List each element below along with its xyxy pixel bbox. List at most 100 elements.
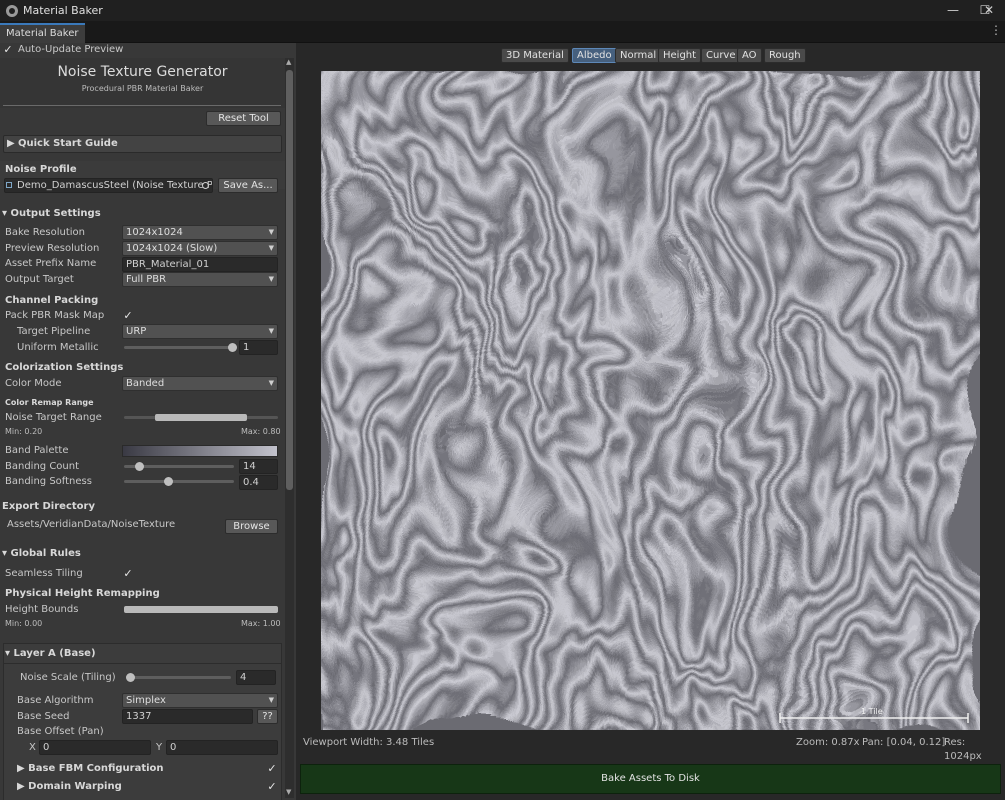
banding-softness-value[interactable]: 0.4 [239,475,278,490]
settings-scrollbar[interactable]: ▲ ▼ [285,58,294,798]
preview-resolution-dropdown[interactable]: 1024x1024 (Slow) ▼ [122,241,278,256]
chevron-down-icon: ▼ [268,244,274,252]
reset-tool-button[interactable]: Reset Tool [206,111,281,126]
colorization-heading: Colorization Settings [5,362,124,373]
band-palette-gradient[interactable] [122,445,278,457]
zoom-status: Zoom: 0.87x [796,737,860,748]
bake-resolution-label: Bake Resolution [5,227,86,238]
output-target-dropdown[interactable]: Full PBR ▼ [122,272,278,287]
random-seed-button[interactable]: ?? [257,709,278,724]
uniform-metallic-slider[interactable] [124,346,232,349]
quick-start-foldout[interactable]: ▶ Quick Start Guide [3,135,282,153]
base-seed-label: Base Seed [17,711,70,722]
minimize-button[interactable] [938,0,970,21]
output-target-label: Output Target [5,274,74,285]
offset-y-label: Y [156,742,163,753]
height-bounds-fill[interactable] [124,606,278,613]
unity-cube-icon [6,4,18,17]
foldout-arrow-icon: ▶ [17,781,29,792]
resolution-status: Res: 1024px [944,737,982,762]
texture-preview[interactable]: 1 Tile [321,71,980,730]
settings-panel: ✓ Auto-Update Preview Noise Texture Gene… [0,43,296,800]
window-title: Material Baker [23,4,103,17]
base-seed-input[interactable]: 1337 [122,709,253,724]
tab-albedo[interactable]: Albedo [572,48,617,63]
page-title: Noise Texture Generator [57,64,228,80]
chevron-down-icon: ▼ [268,327,274,335]
color-mode-label: Color Mode [5,378,62,389]
range-min-label: Min: 0.20 [5,427,43,436]
viewport-width-status: Viewport Width: 3.48 Tiles [303,737,435,748]
color-mode-dropdown[interactable]: Banded ▼ [122,376,278,391]
noise-profile-field[interactable]: Demo_DamascusSteel (Noise Texture Pro [4,178,213,193]
title-bar: Material Baker — ☐ ✕ [0,0,1005,21]
foldout-arrow-icon: ▶ [7,138,15,149]
uniform-metallic-value[interactable]: 1 [239,340,278,355]
target-pipeline-dropdown[interactable]: URP ▼ [122,324,278,339]
tab-ao[interactable]: AO [737,48,762,63]
banding-softness-slider[interactable] [124,480,234,483]
kebab-menu-icon[interactable]: ⋮ [990,24,1002,36]
tab-3d-material[interactable]: 3D Material [501,48,569,63]
offset-x-input[interactable]: 0 [39,740,151,755]
auto-update-label: Auto-Update Preview [18,44,124,55]
noise-scale-slider[interactable] [126,676,231,679]
domain-warping-foldout[interactable]: ▶ Domain Warping [17,779,122,795]
tab-material-baker[interactable]: Material Baker [0,23,85,43]
save-as-button[interactable]: Save As... [218,178,278,193]
tab-height[interactable]: Height [658,48,702,63]
asset-icon [6,182,12,188]
foldout-arrow-icon: ▾ [2,208,11,219]
tab-curve[interactable]: Curve [701,48,741,63]
fbm-foldout[interactable]: ▶ Base FBM Configuration [17,761,164,777]
noise-texture-image [321,71,980,730]
layer-a-foldout[interactable]: ▾ Layer A (Base) [5,646,96,662]
tab-bar: Material Baker ⋮ [0,21,1005,43]
base-algorithm-label: Base Algorithm [17,695,94,706]
bake-assets-button[interactable]: Bake Assets To Disk [300,764,1001,794]
pan-status: Pan: [0.04, 0.12] [862,737,946,748]
chevron-down-icon: ▼ [268,696,274,704]
banding-count-label: Banding Count [5,461,80,472]
layer-divider [4,663,281,664]
height-remapping-heading: Physical Height Remapping [5,588,160,599]
base-offset-label: Base Offset (Pan) [17,726,104,737]
base-algorithm-dropdown[interactable]: Simplex ▼ [122,693,278,708]
slider-knob[interactable] [135,462,145,471]
browse-button[interactable]: Browse [225,519,278,534]
bake-resolution-dropdown[interactable]: 1024x1024 ▼ [122,225,278,240]
scale-bar-label: 1 Tile [861,707,883,716]
slider-knob[interactable] [228,343,237,352]
warping-checkbox[interactable]: ✓ [266,781,278,793]
preview-resolution-label: Preview Resolution [5,243,100,254]
target-pipeline-label: Target Pipeline [17,326,91,337]
object-picker-icon[interactable] [202,182,209,189]
scrollbar-thumb[interactable] [286,70,293,490]
foldout-arrow-icon: ▶ [17,763,29,774]
noise-profile-heading: Noise Profile [5,164,77,175]
output-settings-foldout[interactable]: ▾ Output Settings [2,206,101,222]
channel-packing-heading: Channel Packing [5,295,99,306]
fbm-checkbox[interactable]: ✓ [266,763,278,775]
header-divider [3,105,281,106]
global-rules-foldout[interactable]: ▾ Global Rules [2,546,81,562]
banding-count-value[interactable]: 14 [239,459,278,474]
asset-prefix-label: Asset Prefix Name [5,258,97,269]
tab-normal[interactable]: Normal [615,48,662,63]
banding-softness-label: Banding Softness [5,476,92,487]
tab-rough[interactable]: Rough [764,48,806,63]
auto-update-checkbox[interactable]: ✓ [2,44,14,56]
foldout-arrow-icon: ▾ [5,648,14,659]
noise-scale-value[interactable]: 4 [236,670,276,685]
slider-knob[interactable] [164,477,173,486]
foldout-arrow-icon: ▾ [2,548,11,559]
offset-y-input[interactable]: 0 [166,740,278,755]
close-icon[interactable]: ✕ [973,0,1005,21]
export-path: Assets/VeridianData/NoiseTexture [7,519,176,530]
pack-mask-label: Pack PBR Mask Map [5,310,105,321]
seamless-tiling-checkbox[interactable]: ✓ [122,568,134,580]
pack-mask-checkbox[interactable]: ✓ [122,310,134,322]
noise-target-range-fill[interactable] [154,414,248,421]
asset-prefix-input[interactable]: PBR_Material_01 [122,257,278,272]
height-min-label: Min: 0.00 [5,619,43,628]
